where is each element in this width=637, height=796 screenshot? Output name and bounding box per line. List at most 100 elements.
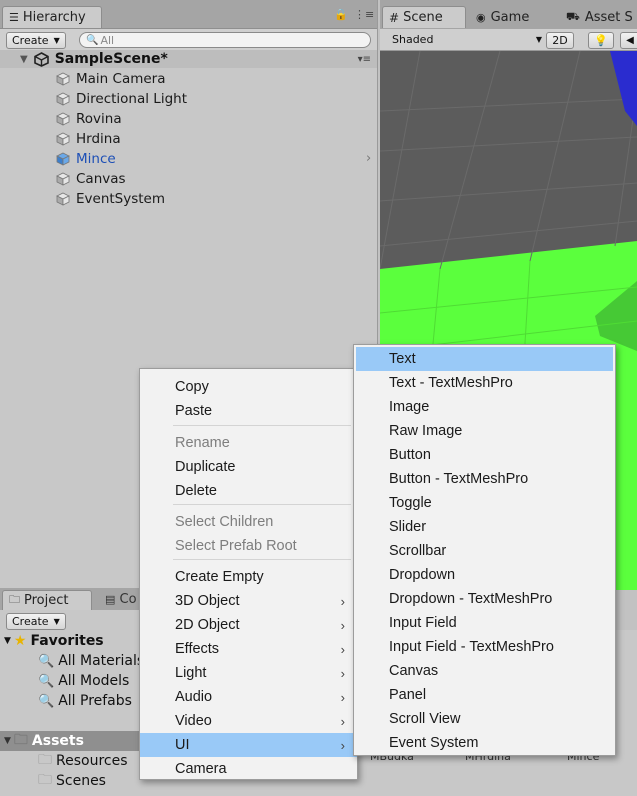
star-icon: ★ (13, 633, 27, 649)
hierarchy-tabbar: ☰ Hierarchy 🔒 ⋮≡ (0, 0, 377, 29)
menu-item-label: Delete (175, 483, 217, 499)
foldout-arrow-icon[interactable]: ▼ (20, 54, 28, 65)
foldout-arrow-icon: ▼ (4, 736, 11, 746)
menu-item-paste[interactable]: Paste (140, 399, 357, 423)
folder-icon: 🗀 (9, 593, 20, 606)
folder-resources[interactable]: 🗀 Resources (38, 751, 128, 771)
favorites-header[interactable]: ▼ ★ Favorites (4, 631, 104, 651)
search-icon: 🔍 (38, 673, 55, 689)
ui-menu-item-slider[interactable]: Slider (354, 515, 615, 539)
ui-menu-item-text[interactable]: Text (356, 347, 613, 371)
favorite-all-materials[interactable]: 🔍 All Materials (38, 651, 144, 671)
hierarchy-item-eventsystem[interactable]: EventSystem (56, 189, 165, 209)
menu-item-camera[interactable]: Camera (140, 757, 357, 781)
tab-console[interactable]: ▤ Co (105, 592, 137, 607)
ui-menu-item-event-system[interactable]: Event System (354, 731, 615, 755)
ui-menu-item-button[interactable]: Button (354, 443, 615, 467)
create-dropdown[interactable]: Create ▼ (6, 32, 66, 49)
menu-item-label: 3D Object (175, 593, 240, 609)
menu-item-label: Scrollbar (389, 543, 447, 559)
scene-header[interactable]: ▼ SampleScene* ▾≡ (0, 50, 377, 68)
ui-menu-item-dropdown[interactable]: Dropdown (354, 563, 615, 587)
ui-menu-item-input-field[interactable]: Input Field (354, 611, 615, 635)
menu-item-label: Text - TextMeshPro (389, 375, 513, 391)
grid-icon: # (389, 10, 400, 25)
menu-item-delete[interactable]: Delete (140, 479, 357, 503)
menu-item-label: Event System (389, 735, 479, 751)
hierarchy-item-hrdina[interactable]: Hrdina (56, 129, 121, 149)
menu-item-label: Paste (175, 403, 213, 419)
assets-header[interactable]: ▼ 🗀 Assets (0, 731, 142, 751)
project-tabbar: 🗀 Project ▤ Co (0, 588, 142, 610)
ui-menu-item-toggle[interactable]: Toggle (354, 491, 615, 515)
gameobject-cube-icon (56, 172, 70, 186)
project-create-dropdown[interactable]: Create ▼ (6, 613, 66, 630)
folder-scenes[interactable]: 🗀 Scenes (38, 771, 106, 791)
search-icon: 🔍 (86, 34, 99, 46)
dropdown-arrow-icon: ▼ (535, 35, 542, 44)
list-icon: ☰ (9, 11, 19, 24)
menu-item-effects[interactable]: Effects › (140, 637, 357, 661)
hierarchy-toolbar: Create ▼ 🔍 All (0, 29, 377, 52)
menu-item-label: Scroll View (389, 711, 461, 727)
chevron-right-icon: › (366, 151, 372, 166)
menu-item-ui[interactable]: UI › (140, 733, 357, 757)
menu-item-audio[interactable]: Audio › (140, 685, 357, 709)
menu-separator (173, 504, 351, 505)
lock-icon[interactable]: 🔒 (334, 8, 348, 21)
search-input[interactable]: 🔍 All (79, 32, 371, 48)
audio-toggle-button[interactable]: ◀ (620, 32, 637, 49)
lighting-toggle-button[interactable]: 💡 (588, 32, 614, 49)
menu-separator (173, 425, 351, 426)
ui-menu-item-canvas[interactable]: Canvas (354, 659, 615, 683)
menu-item-label: UI (175, 737, 190, 753)
hierarchy-item-label: EventSystem (76, 191, 166, 207)
folder-icon: 🗀 (38, 772, 52, 788)
ui-menu-item-text-textmeshpro[interactable]: Text - TextMeshPro (354, 371, 615, 395)
tab-scene[interactable]: # Scene (382, 6, 466, 28)
favorite-all-models[interactable]: 🔍 All Models (38, 671, 129, 691)
menu-item-light[interactable]: Light › (140, 661, 357, 685)
ui-menu-item-input-field-textmeshpro[interactable]: Input Field - TextMeshPro (354, 635, 615, 659)
menu-item-label: Button - TextMeshPro (389, 471, 529, 487)
menu-item-2d-object[interactable]: 2D Object › (140, 613, 357, 637)
shading-dropdown[interactable]: Shaded ▼ (392, 32, 542, 47)
menu-item-rename: Rename (140, 431, 357, 455)
menu-item-3d-object[interactable]: 3D Object › (140, 589, 357, 613)
menu-icon[interactable]: ⋮≡ (354, 8, 374, 21)
menu-item-duplicate[interactable]: Duplicate (140, 455, 357, 479)
ui-menu-item-scrollbar[interactable]: Scrollbar (354, 539, 615, 563)
tab-hierarchy[interactable]: ☰ Hierarchy (2, 6, 102, 28)
tab-game[interactable]: ◉ Game (470, 6, 554, 28)
menu-item-label: Video (175, 713, 212, 729)
hierarchy-item-mince[interactable]: Mince (56, 149, 116, 169)
hierarchy-item-rovina[interactable]: Rovina (56, 109, 122, 129)
ui-menu-item-dropdown-textmeshpro[interactable]: Dropdown - TextMeshPro (354, 587, 615, 611)
tab-project[interactable]: 🗀 Project (2, 590, 92, 610)
gameobject-cube-icon (56, 192, 70, 206)
gameobject-cube-icon (56, 112, 70, 126)
scene-name: SampleScene* (54, 51, 168, 67)
menu-item-label: 2D Object (175, 617, 240, 633)
menu-item-label: Select Prefab Root (175, 538, 297, 554)
hierarchy-item-canvas[interactable]: Canvas (56, 169, 126, 189)
tab-asset-store[interactable]: ⛟ Asset S (560, 6, 637, 28)
ui-menu-item-button-textmeshpro[interactable]: Button - TextMeshPro (354, 467, 615, 491)
menu-item-video[interactable]: Video › (140, 709, 357, 733)
menu-item-create-empty[interactable]: Create Empty (140, 565, 357, 589)
ui-menu-item-raw-image[interactable]: Raw Image (354, 419, 615, 443)
hierarchy-item-directional-light[interactable]: Directional Light (56, 89, 187, 109)
submenu-arrow-icon: › (340, 641, 345, 657)
scene-menu-icon[interactable]: ▾≡ (358, 54, 371, 65)
dropdown-arrow-icon: ▼ (53, 617, 60, 626)
hierarchy-item-main-camera[interactable]: Main Camera (56, 69, 166, 89)
menu-item-select-prefab-root: Select Prefab Root (140, 534, 357, 558)
submenu-arrow-icon: › (340, 737, 345, 753)
menu-item-copy[interactable]: Copy (140, 375, 357, 399)
ui-menu-item-image[interactable]: Image (354, 395, 615, 419)
favorite-all-prefabs[interactable]: 🔍 All Prefabs (38, 691, 132, 711)
ui-menu-item-panel[interactable]: Panel (354, 683, 615, 707)
hierarchy-item-label: Main Camera (76, 71, 166, 87)
toggle-2d-button[interactable]: 2D (546, 32, 574, 49)
ui-menu-item-scroll-view[interactable]: Scroll View (354, 707, 615, 731)
